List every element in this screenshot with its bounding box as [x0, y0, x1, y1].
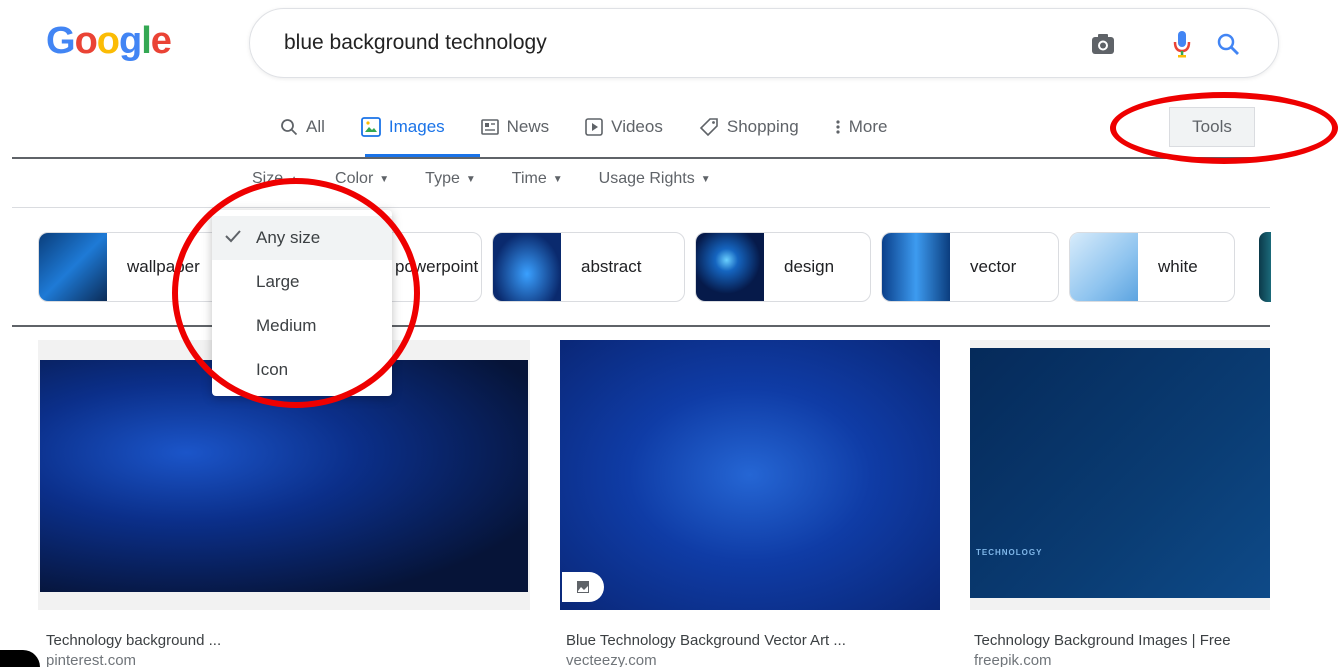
chip-thumbnail — [1070, 233, 1138, 301]
chip-abstract[interactable]: abstract — [492, 232, 685, 302]
google-logo[interactable]: Google — [46, 20, 172, 63]
tab-label: All — [306, 117, 325, 136]
tab-videos[interactable]: Videos — [585, 114, 663, 140]
tab-all[interactable]: All — [280, 114, 325, 140]
check-icon — [225, 230, 241, 243]
tab-label: Videos — [611, 117, 663, 136]
caret-down-icon: ▼ — [700, 173, 711, 185]
result-title[interactable]: Technology background ... — [46, 632, 526, 649]
tab-label: More — [848, 117, 888, 136]
size-dropdown-menu: Any size Large Medium Icon — [212, 210, 392, 396]
chip-white[interactable]: white — [1069, 232, 1235, 302]
chips-divider — [12, 325, 1270, 327]
tab-news[interactable]: News — [480, 114, 550, 140]
chip-label: abstract — [581, 257, 642, 276]
tab-label: Shopping — [726, 117, 799, 136]
image-badge — [562, 572, 604, 602]
result-title[interactable]: Technology Background Images | Free — [974, 632, 1270, 649]
chip-partial[interactable] — [1259, 232, 1271, 302]
more-vert-icon — [836, 120, 840, 134]
play-icon — [585, 118, 603, 136]
result-image-2[interactable] — [560, 340, 940, 610]
tools-button[interactable]: Tools — [1169, 107, 1255, 147]
filter-label: Size — [252, 170, 284, 187]
image-icon — [577, 581, 589, 593]
filter-time[interactable]: Time ▼ — [512, 170, 563, 188]
news-icon — [480, 119, 499, 135]
search-input[interactable]: blue background technology — [284, 31, 547, 55]
result-source[interactable]: pinterest.com — [46, 652, 136, 667]
filters-divider — [12, 207, 1270, 208]
camera-icon[interactable] — [1088, 29, 1118, 59]
result-title[interactable]: Blue Technology Background Vector Art ..… — [566, 632, 946, 649]
tools-filter-bar: Size ▲ Color ▼ Type ▼ Time ▼ Usage Rights ▼ — [252, 170, 747, 188]
result-source[interactable]: freepik.com — [974, 652, 1052, 667]
size-option-large[interactable]: Large — [212, 260, 392, 304]
filter-label: Color — [335, 170, 374, 187]
microphone-icon[interactable] — [1167, 29, 1197, 59]
filter-type[interactable]: Type ▼ — [425, 170, 476, 188]
image-icon — [361, 117, 381, 137]
caret-down-icon: ▼ — [379, 173, 390, 185]
filter-usage-rights[interactable]: Usage Rights ▼ — [599, 170, 711, 188]
chip-thumbnail — [39, 233, 107, 301]
size-option-any[interactable]: Any size — [212, 216, 392, 260]
filter-label: Type — [425, 170, 460, 187]
size-option-label: Any size — [256, 228, 321, 247]
tab-shopping[interactable]: Shopping — [699, 114, 799, 140]
size-option-icon[interactable]: Icon — [212, 348, 392, 392]
chip-label: design — [784, 257, 835, 276]
tabs-divider — [12, 157, 1270, 159]
result-image-3[interactable]: TECHNOLOGY — [970, 340, 1270, 610]
filter-size[interactable]: Size ▲ — [252, 170, 299, 188]
chip-vector[interactable]: vector — [881, 232, 1059, 302]
edge-shape — [0, 650, 40, 667]
image-overlay-text: TECHNOLOGY — [976, 548, 1043, 557]
caret-down-icon: ▼ — [552, 173, 563, 185]
result-source[interactable]: vecteezy.com — [566, 652, 657, 667]
chip-label: white — [1158, 257, 1198, 276]
filter-color[interactable]: Color ▼ — [335, 170, 389, 188]
size-option-label: Medium — [256, 316, 317, 335]
caret-down-icon: ▼ — [465, 173, 476, 185]
search-tabs: All Images News Videos Shopping More — [280, 114, 923, 154]
tab-images[interactable]: Images — [361, 114, 445, 140]
chip-wallpaper[interactable]: wallpaper — [38, 232, 234, 302]
chip-thumbnail — [493, 233, 561, 301]
tab-more[interactable]: More — [835, 114, 888, 140]
chip-design[interactable]: design — [695, 232, 871, 302]
search-icon[interactable] — [1213, 29, 1243, 59]
size-option-medium[interactable]: Medium — [212, 304, 392, 348]
tag-icon — [699, 118, 718, 137]
chip-thumbnail — [882, 233, 950, 301]
chip-label: wallpaper — [127, 257, 200, 276]
filter-label: Time — [511, 170, 547, 187]
search-bar[interactable]: blue background technology — [249, 8, 1279, 78]
filter-label: Usage Rights — [598, 170, 695, 187]
chip-label: vector — [970, 257, 1017, 276]
size-option-label: Large — [256, 272, 300, 291]
caret-up-icon: ▲ — [289, 173, 300, 185]
size-option-label: Icon — [256, 360, 289, 379]
result-thumbnail: TECHNOLOGY — [970, 348, 1270, 598]
tab-label: News — [506, 117, 550, 136]
tab-label: Images — [388, 117, 445, 136]
chip-thumbnail — [696, 233, 764, 301]
search-icon — [281, 119, 298, 136]
